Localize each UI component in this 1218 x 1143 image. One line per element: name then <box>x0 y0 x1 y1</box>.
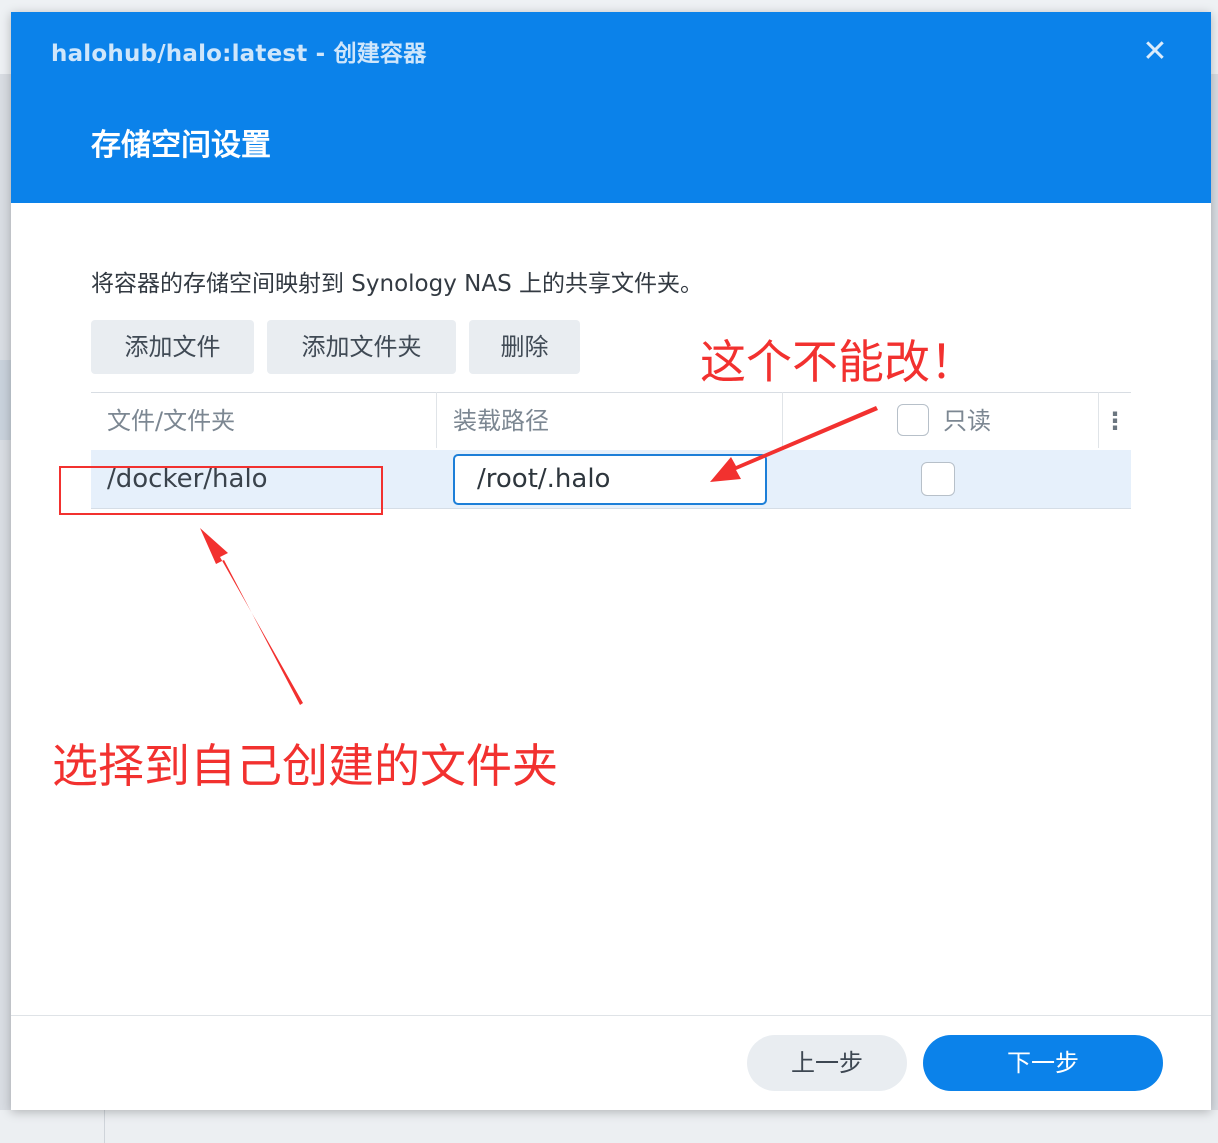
add-folder-button[interactable]: 添加文件夹 <box>267 320 456 374</box>
step-title: 存储空间设置 <box>91 128 271 163</box>
mount-path-input[interactable]: /root/.halo <box>453 454 767 505</box>
create-container-dialog: halohub/halo:latest - 创建容器 ✕ 存储空间设置 将容器的… <box>11 12 1211 1110</box>
previous-step-button[interactable]: 上一步 <box>747 1035 907 1091</box>
footer-divider <box>11 1015 1211 1016</box>
column-separator <box>782 392 783 448</box>
read-only-select-all-checkbox[interactable] <box>897 404 929 436</box>
column-header-mount-path[interactable]: 装载路径 <box>453 392 549 448</box>
annotation-highlight-box <box>59 466 383 515</box>
background-divider <box>104 1110 105 1143</box>
window-title: halohub/halo:latest - 创建容器 <box>51 41 427 67</box>
storage-description: 将容器的存储空间映射到 Synology NAS 上的共享文件夹。 <box>91 271 704 297</box>
close-icon[interactable]: ✕ <box>1137 34 1173 70</box>
annotation-choose-folder: 选择到自己创建的文件夹 <box>52 739 558 793</box>
column-separator <box>1098 392 1099 448</box>
background-window-bottom <box>0 1110 1218 1143</box>
column-separator <box>436 392 437 448</box>
more-vertical-icon[interactable]: ⋮ <box>1103 406 1127 436</box>
dialog-header: halohub/halo:latest - 创建容器 ✕ 存储空间设置 <box>11 12 1211 203</box>
read-only-checkbox[interactable] <box>921 462 955 496</box>
next-step-button[interactable]: 下一步 <box>923 1035 1163 1091</box>
column-header-file-folder[interactable]: 文件/文件夹 <box>107 392 235 448</box>
column-header-read-only: 只读 <box>943 407 991 435</box>
delete-button[interactable]: 删除 <box>469 320 580 374</box>
add-file-button[interactable]: 添加文件 <box>91 320 254 374</box>
annotation-cannot-change: 这个不能改！ <box>700 335 976 389</box>
